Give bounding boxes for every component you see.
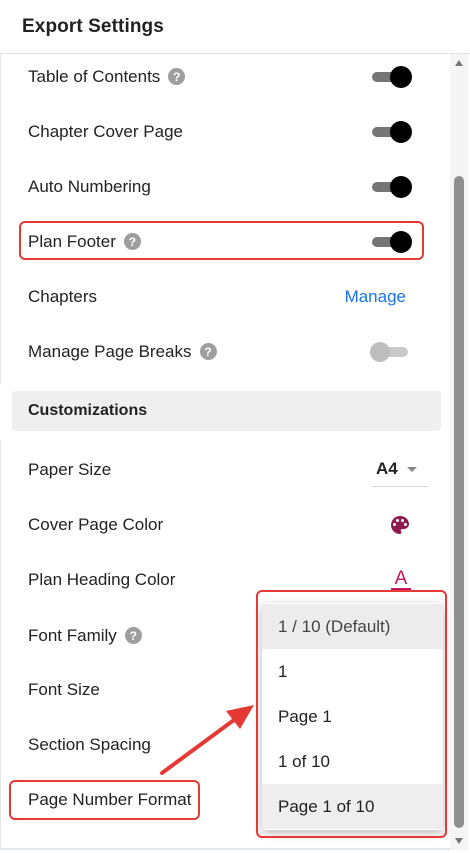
annotation-highlight-page-number-format (9, 780, 200, 820)
setting-label: Auto Numbering (28, 176, 151, 196)
setting-label: Chapters (28, 286, 97, 306)
divider (0, 848, 450, 850)
table-of-contents-toggle[interactable] (370, 65, 412, 88)
setting-label: Chapter Cover Page (28, 121, 183, 141)
toggle-knob (390, 120, 412, 143)
setting-label: Font Size (28, 679, 100, 699)
paper-size-value: A4 (376, 459, 398, 478)
palette-icon[interactable] (388, 513, 412, 537)
help-icon[interactable]: ? (199, 343, 217, 360)
setting-label-text: Manage Page Breaks (28, 341, 192, 361)
auto-numbering-toggle[interactable] (370, 175, 412, 198)
chevron-down-icon (406, 466, 417, 472)
panel-title: Export Settings (22, 15, 164, 37)
customizations-section-header[interactable]: Customizations (12, 391, 441, 431)
setting-row-cover-page-color: Cover Page Color (0, 497, 450, 552)
export-settings-panel: Export Settings Table of Contents ? Chap… (0, 0, 470, 853)
setting-label: Paper Size (28, 459, 112, 479)
text-color-icon[interactable]: A (390, 567, 412, 593)
manage-chapters-link[interactable]: Manage (345, 287, 406, 307)
help-icon[interactable]: ? (124, 627, 142, 644)
setting-row-chapters: Chapters Manage (0, 269, 450, 324)
scroll-up-icon[interactable] (455, 60, 463, 66)
panel-header: Export Settings (0, 0, 470, 54)
setting-label: Manage Page Breaks ? (28, 342, 217, 362)
scroll-down-icon[interactable] (455, 838, 463, 844)
text-color-glyph: A (395, 568, 408, 589)
setting-label-text: Table of Contents (28, 66, 161, 86)
toggle-knob (390, 175, 412, 198)
setting-label: Cover Page Color (28, 514, 164, 534)
setting-label: Font Family ? (28, 626, 142, 646)
setting-row-manage-page-breaks: Manage Page Breaks ? (0, 324, 450, 379)
setting-label: Plan Heading Color (28, 569, 176, 589)
help-icon[interactable]: ? (168, 68, 186, 85)
setting-label: Section Spacing (28, 734, 151, 754)
toggle-knob (370, 341, 390, 362)
setting-row-table-of-contents: Table of Contents ? (0, 49, 450, 104)
toggle-knob (390, 65, 412, 88)
setting-row-chapter-cover-page: Chapter Cover Page (0, 104, 450, 159)
scrollbar-thumb[interactable] (454, 176, 464, 828)
setting-row-paper-size: Paper Size A4 (0, 442, 450, 497)
annotation-highlight-plan-footer (19, 221, 424, 260)
annotation-highlight-dropdown (256, 590, 447, 838)
setting-label-text: Font Family (28, 625, 117, 645)
setting-label: Table of Contents ? (28, 66, 186, 87)
manage-page-breaks-toggle[interactable] (370, 341, 410, 363)
paper-size-select[interactable]: A4 (372, 453, 428, 487)
chapter-cover-page-toggle[interactable] (370, 120, 412, 143)
setting-row-auto-numbering: Auto Numbering (0, 159, 450, 214)
